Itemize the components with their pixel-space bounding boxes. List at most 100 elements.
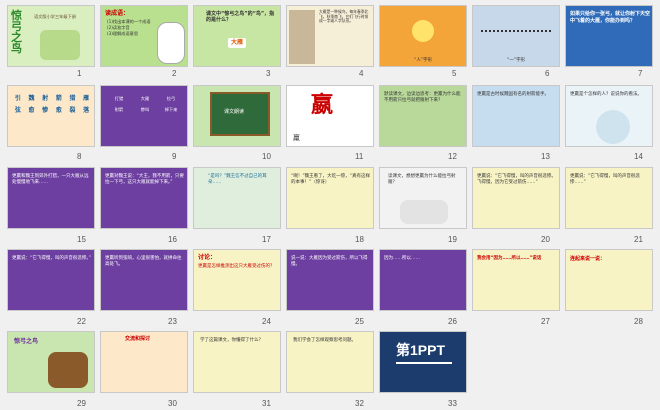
character-grid: 引 魏 射 箭 猎 雁 弦 愈 惨 愈 裂 落 (12, 94, 92, 116)
slide-number: 1 (77, 69, 82, 78)
slide-thumbnail-32[interactable]: 我们学会了怎样观察思考问题。 (286, 331, 374, 393)
slide-thumbnail-26[interactable]: 因为……所以…… (379, 249, 467, 311)
slide-thumbnail-27[interactable]: 我会用“因为……所以……”说话 (472, 249, 560, 311)
slide-thumbnail-9[interactable]: 打猎 大雁 拉弓 射箭 惨叫 掉下来 (100, 85, 188, 147)
slide-number: 10 (262, 152, 271, 161)
slide-thumbnail-28[interactable]: 连起来说一说： (565, 249, 653, 311)
slide-text: “是吗？”魏王信不过自己的耳朵…… (208, 174, 267, 185)
slide-thumbnail-12[interactable]: 默读课文，边读边思考：更羸为什么能不用箭只拉弓就把雁射下来？ (379, 85, 467, 147)
grid-char: 落 (83, 107, 90, 114)
slide-title: 课文朗读 (224, 109, 245, 115)
slide-caption: “人”字形 (414, 58, 433, 63)
grid-word: 打猎 (114, 96, 124, 101)
slide-number: 3 (266, 69, 271, 78)
slide-number: 7 (638, 69, 643, 78)
slide-thumbnail-20[interactable]: 更羸说：“它飞得慢，叫的声音很悲惨。飞得慢，因为它受过箭伤……” (472, 167, 560, 229)
large-character: 嬴 (311, 93, 334, 118)
slide-thumbnail-13[interactable]: 更羸是古时候魏国有名的射箭能手。 (472, 85, 560, 147)
slide-thumbnail-19[interactable]: 读课文，想想更羸为什么能拉弓射雁？ (379, 167, 467, 229)
grid-char: 愈 (28, 107, 35, 114)
slide-number: 24 (262, 317, 271, 326)
slide-text: 更羸说：“它飞得慢，叫的声音很悲惨。飞得慢，因为它受过箭伤……” (477, 174, 556, 185)
slide-text: 读课文，想想更羸为什么能拉弓射雁？ (388, 174, 456, 185)
answer-badge: 大雁 (228, 38, 247, 48)
slide-question: 课文中“惊弓之鸟”的“鸟”，指的是什么？ (206, 11, 275, 23)
slide-number: 9 (172, 152, 177, 161)
bird-illustration (40, 30, 80, 60)
grid-word: 惨叫 (140, 107, 150, 112)
slide-number: 29 (77, 399, 86, 408)
slide-number: 21 (634, 235, 643, 244)
slide-thumbnail-7[interactable]: 如果只给你一张弓，就让你射下天空中飞着的大雁，你能办到吗？ (565, 5, 653, 67)
slide-thumbnail-6[interactable]: “一”字形 (472, 5, 560, 67)
slide-thumbnail-11[interactable]: 嬴 羸 (286, 85, 374, 147)
slide-thumbnail-24[interactable]: 讨论： 更羸是怎样推测出这只大雁受过伤的？ (193, 249, 281, 311)
word-grid: 打猎 大雁 拉弓 射箭 惨叫 掉下来 (107, 96, 183, 112)
slide-text: 我们学会了怎样观察思考问题。 (293, 338, 356, 343)
slide-number: 14 (634, 152, 643, 161)
slide-text: 默读课文，边读边思考：更羸为什么能不用箭只拉弓就把雁射下来？ (384, 92, 461, 103)
slide-number: 6 (545, 69, 550, 78)
slide-text: 因为……所以…… (384, 256, 420, 261)
grid-word: 大雁 (140, 96, 150, 101)
slide-text: “啊！”魏王看了，大吃一惊，“真有这样的本事！”（惊讶） (291, 174, 370, 185)
slide-thumbnail-5[interactable]: “人”字形 (379, 5, 467, 67)
slide-thumbnail-17[interactable]: “是吗？”魏王信不过自己的耳朵…… (193, 167, 281, 229)
geese-image (289, 10, 315, 64)
slide-thumbnail-21[interactable]: 更羸说：“它飞得慢，叫的声音很悲惨……” (565, 167, 653, 229)
slide-heading: 连起来说一说： (570, 256, 606, 262)
slide-thumbnail-29[interactable]: 惊弓之鸟 (7, 331, 95, 393)
slide-thumbnail-14[interactable]: 更羸是个怎样的人？说说你的看法。 (565, 85, 653, 147)
character-illustration (157, 22, 185, 64)
slide-text: 惊弓之鸟 (14, 338, 39, 345)
slide-text: 更羸是古时候魏国有名的射箭能手。 (477, 92, 549, 97)
slide-thumbnail-23[interactable]: 更羸听到弦响，心里很害怕，就拼命往高处飞。 (100, 249, 188, 311)
slide-number: 22 (77, 317, 86, 326)
slide-heading: 交流和探讨 (125, 336, 151, 342)
slide-text: 更羸是个怎样的人？说说你的看法。 (570, 92, 642, 97)
grid-char: 裂 (69, 107, 76, 114)
slide-thumbnail-18[interactable]: “啊！”魏王看了，大吃一惊，“真有这样的本事！”（惊讶） (286, 167, 374, 229)
geese-line-image (481, 30, 551, 36)
grid-char: 猎 (69, 95, 76, 102)
slide-text: 更羸说：“它飞得慢，叫的声音很悲惨……” (570, 174, 640, 185)
slide-heading: 讨论： (198, 254, 217, 261)
grid-word: 射箭 (114, 107, 124, 112)
slide-line: (2)读准字音 (107, 25, 130, 30)
grid-word: 拉弓 (166, 96, 176, 101)
slide-number: 12 (448, 152, 457, 161)
slide-number: 5 (452, 69, 457, 78)
slide-thumbnail-16[interactable]: 更羸对魏王说：“大王，我不用箭，只要拉一下弓，这只大雁就能掉下来。” (100, 167, 188, 229)
slide-number: 26 (448, 317, 457, 326)
slide-thumbnail-22[interactable]: 更羸说：“它飞得慢，叫的声音很悲惨。” (7, 249, 95, 311)
slide-text: 大雁是一种候鸟，每年春季北飞，秋季南飞，它们飞行时排成一字或人字队形。 (319, 9, 369, 24)
slide-thumbnail-33[interactable]: 第1PPT (379, 331, 467, 393)
slide-thumbnail-25[interactable]: 说一说：大雁因为受过箭伤，所以飞得慢。 (286, 249, 374, 311)
grid-word: 掉下来 (164, 107, 178, 112)
ppt-logo: 第1PPT (396, 342, 446, 358)
slide-thumbnail-10[interactable]: 课文朗读 (193, 85, 281, 147)
slide-number: 4 (359, 69, 364, 78)
slide-thumbnail-3[interactable]: 课文中“惊弓之鸟”的“鸟”，指的是什么？ 大雁 (193, 5, 281, 67)
slide-text: 更羸对魏王说：“大王，我不用箭，只要拉一下弓，这只大雁就能掉下来。” (105, 174, 184, 185)
slide-thumbnail-4[interactable]: 大雁是一种候鸟，每年春季北飞，秋季南飞，它们飞行时排成一字或人字队形。 (286, 5, 374, 67)
slide-thumbnail-8[interactable]: 引 魏 射 箭 猎 雁 弦 愈 惨 愈 裂 落 (7, 85, 95, 147)
slide-sorter-grid: 惊弓之鸟 语文版小学三年级下册 1 读成语： (1)找出本课的一个成语 (2)读… (0, 0, 660, 410)
slide-number: 16 (168, 235, 177, 244)
slide-heading: 读成语： (105, 10, 130, 17)
slide-number: 11 (355, 152, 364, 161)
slide-thumbnail-15[interactable]: 更羸和魏王到郊外打猎，一只大雁从远处慢慢地飞来…… (7, 167, 95, 229)
slide-number: 18 (355, 235, 364, 244)
slide-thumbnail-2[interactable]: 读成语： (1)找出本课的一个成语 (2)读准字音 (3)理解成语意思 (100, 5, 188, 67)
slide-number: 19 (448, 235, 457, 244)
grid-char: 射 (42, 95, 49, 102)
slide-thumbnail-31[interactable]: 学了这篇课文，你懂得了什么？ (193, 331, 281, 393)
slide-text: 更羸是怎样推测出这只大雁受过伤的？ (198, 264, 275, 269)
grid-char: 引 (14, 95, 21, 102)
slide-thumbnail-30[interactable]: 交流和探讨 (100, 331, 188, 393)
slide-thumbnail-1[interactable]: 惊弓之鸟 语文版小学三年级下册 (7, 5, 95, 67)
grid-char: 魏 (28, 95, 35, 102)
bird-illustration (48, 352, 88, 388)
slide-number: 32 (355, 399, 364, 408)
slide-subtitle: 语文版小学三年级下册 (34, 14, 76, 19)
